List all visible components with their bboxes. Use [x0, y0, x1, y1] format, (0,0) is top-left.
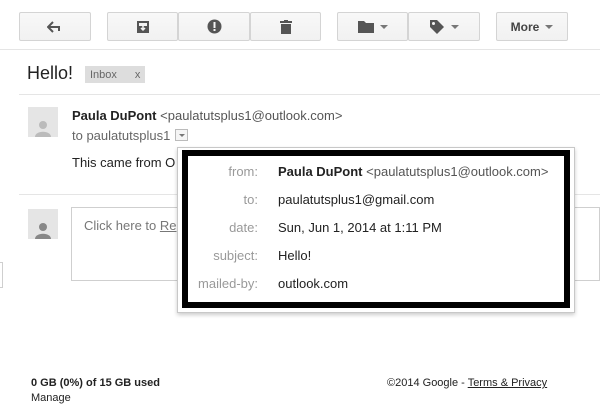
reply-prompt[interactable]: Click here to Re [84, 218, 177, 233]
more-button[interactable]: More [496, 12, 568, 41]
detail-label-from: from: [228, 164, 258, 179]
toolbar-divider [0, 49, 600, 50]
sender-name-text: Paula DuPont [72, 108, 157, 123]
detail-from-name: Paula DuPont [278, 164, 363, 179]
label-chip-text: Inbox [90, 68, 117, 81]
detail-from-email: <paulatutsplus1@outlook.com> [366, 164, 549, 179]
terms-link[interactable]: Terms & Privacy [468, 377, 547, 389]
avatar [28, 107, 58, 137]
detail-label-subject: subject: [213, 248, 258, 263]
storage-usage: 0 GB (0%) of 15 GB used [31, 377, 160, 389]
reply-prefix: Click here to [84, 218, 160, 233]
side-panel-tab[interactable] [0, 262, 3, 288]
show-details-button[interactable] [175, 129, 188, 141]
report-spam-icon [207, 19, 221, 34]
delete-button[interactable] [250, 12, 321, 41]
person-icon [35, 121, 51, 137]
page-title: Hello! [27, 63, 74, 83]
remove-label-button[interactable]: x [130, 69, 146, 81]
my-avatar [28, 209, 58, 239]
chevron-down-icon [379, 24, 388, 29]
detail-value-to: paulatutsplus1@gmail.com [278, 192, 435, 207]
more-label: More [510, 19, 540, 34]
detail-value-subject: Hello! [278, 248, 312, 263]
move-to-button[interactable] [337, 12, 408, 41]
copyright-text: ©2014 Google - [387, 377, 468, 389]
archive-icon [136, 20, 149, 33]
archive-button[interactable] [107, 12, 178, 41]
person-icon [35, 223, 51, 239]
detail-value-date: Sun, Jun 1, 2014 at 1:11 PM [278, 220, 442, 235]
sender-name: Paula DuPont <paulatutsplus1@outlook.com… [72, 108, 342, 123]
detail-label-to: to: [243, 192, 258, 207]
subject-divider [19, 94, 600, 95]
chevron-down-icon [451, 24, 459, 29]
back-arrow-icon [47, 20, 60, 33]
manage-storage-link[interactable]: Manage [31, 392, 71, 404]
sender-email: <paulatutsplus1@outlook.com> [160, 108, 343, 123]
reply-link[interactable]: Re [160, 218, 177, 233]
detail-label-date: date: [229, 220, 258, 235]
labels-button[interactable] [408, 12, 480, 41]
report-spam-button[interactable] [178, 12, 250, 41]
detail-value-from: Paula DuPont <paulatutsplus1@outlook.com… [278, 164, 548, 179]
tag-icon [430, 19, 444, 34]
detail-label-mailed-by: mailed-by: [198, 276, 258, 291]
folder-icon [357, 21, 374, 33]
recipient-line: to paulatutsplus1 [72, 128, 171, 143]
message-body: This came from O [72, 155, 176, 170]
back-button[interactable] [19, 12, 91, 41]
delete-icon [279, 19, 292, 34]
chevron-down-icon [178, 133, 185, 137]
footer-legal: ©2014 Google - Terms & Privacy [387, 377, 547, 389]
chevron-down-icon [545, 24, 554, 29]
label-chip-inbox[interactable]: Inbox x [85, 66, 146, 83]
detail-value-mailed-by: outlook.com [278, 276, 349, 291]
